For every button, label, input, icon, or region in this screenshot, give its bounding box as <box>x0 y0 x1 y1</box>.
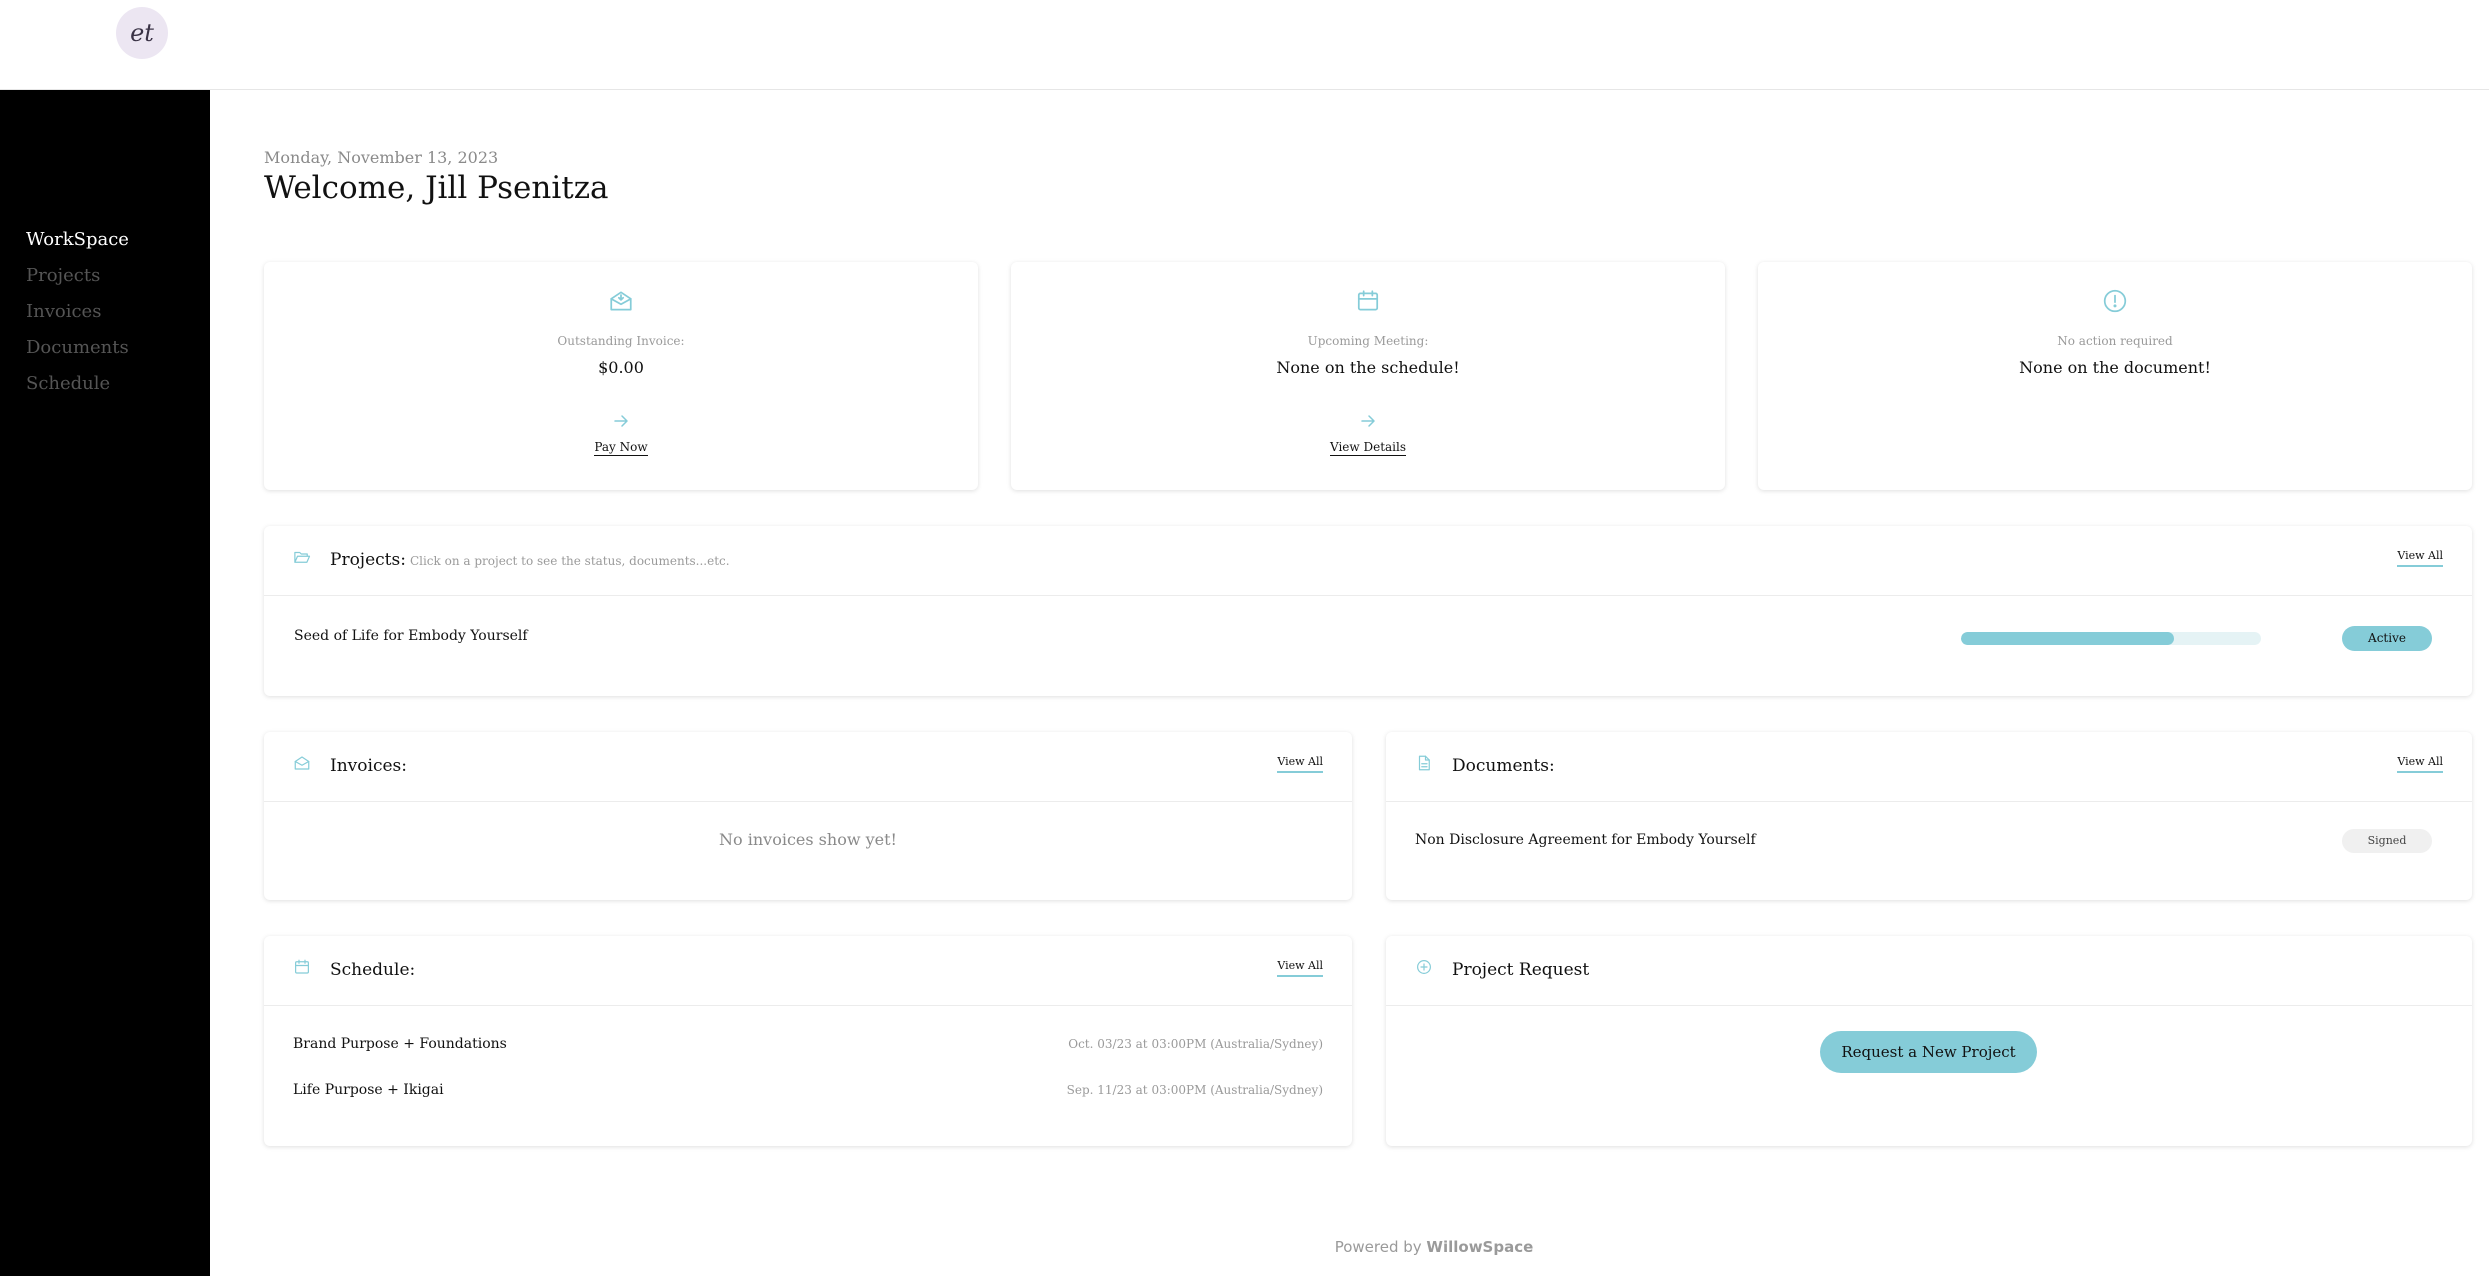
folder-open-icon <box>294 551 311 563</box>
schedule-item-title: Life Purpose + Ikigai <box>293 1082 444 1098</box>
sidebar-item-schedule[interactable]: Schedule <box>26 366 129 402</box>
invoices-panel: Invoices: View All No invoices show yet! <box>264 732 1352 900</box>
outstanding-invoice-label: Outstanding Invoice: <box>557 334 685 348</box>
pay-now-link[interactable]: Pay Now <box>594 440 648 456</box>
sidebar: WorkSpace Projects Invoices Documents Sc… <box>0 90 210 1276</box>
request-new-project-button[interactable]: Request a New Project <box>1820 1031 2037 1073</box>
arrow-right-icon[interactable] <box>1359 414 1377 428</box>
upcoming-meeting-card: Upcoming Meeting: None on the schedule! … <box>1011 262 1725 490</box>
calendar-icon <box>1357 290 1379 311</box>
sidebar-item-workspace[interactable]: WorkSpace <box>26 222 129 258</box>
projects-header: Projects: Click on a project to see the s… <box>264 526 2472 596</box>
schedule-item-datetime: Oct. 03/23 at 03:00PM (Australia/Sydney) <box>1068 1037 1323 1051</box>
project-progress-fill <box>1961 632 2174 645</box>
documents-view-all-link[interactable]: View All <box>2397 755 2443 773</box>
sidebar-nav: WorkSpace Projects Invoices Documents Sc… <box>26 222 129 402</box>
plus-circle-icon <box>1417 960 1431 974</box>
sidebar-item-documents[interactable]: Documents <box>26 330 129 366</box>
upcoming-meeting-label: Upcoming Meeting: <box>1307 334 1429 348</box>
top-bar: et <box>0 0 2489 90</box>
mail-inbox-icon <box>294 756 310 770</box>
page-title: Welcome, Jill Psenitza <box>264 170 609 206</box>
document-icon <box>1418 755 1430 771</box>
document-name[interactable]: Non Disclosure Agreement for Embody Your… <box>1415 832 1756 848</box>
project-progress-bar <box>1961 632 2261 645</box>
document-status-badge: Signed <box>2342 829 2432 853</box>
invoices-header: Invoices: View All <box>264 732 1352 802</box>
footer-brand[interactable]: WillowSpace <box>1426 1238 1533 1256</box>
project-status-badge: Active <box>2342 626 2432 651</box>
schedule-panel: Schedule: View All Brand Purpose + Found… <box>264 936 1352 1146</box>
arrow-right-icon[interactable] <box>612 414 630 428</box>
schedule-item-datetime: Sep. 11/23 at 03:00PM (Australia/Sydney) <box>1066 1083 1323 1097</box>
schedule-row[interactable]: Brand Purpose + Foundations Oct. 03/23 a… <box>293 1036 1323 1056</box>
footer-prefix: Powered by <box>1334 1238 1422 1256</box>
documents-title: Documents: <box>1452 756 1555 776</box>
view-details-link[interactable]: View Details <box>1329 440 1406 456</box>
schedule-header: Schedule: View All <box>264 936 1352 1006</box>
project-request-title: Project Request <box>1452 960 1590 980</box>
action-required-label: No action required <box>2057 334 2173 348</box>
calendar-icon <box>295 959 309 974</box>
invoices-view-all-link[interactable]: View All <box>1277 755 1323 773</box>
invoices-title: Invoices: <box>330 756 407 776</box>
mail-inbox-icon <box>610 291 632 311</box>
brand-logo[interactable]: et <box>116 7 168 59</box>
footer: Powered by WillowSpace <box>1277 1238 1591 1256</box>
projects-title: Projects: <box>330 550 406 570</box>
alert-circle-icon <box>2103 289 2127 313</box>
invoices-empty-message: No invoices show yet! <box>719 830 897 849</box>
outstanding-invoice-value: $0.00 <box>598 358 644 377</box>
action-required-value: None on the document! <box>2019 358 2211 377</box>
schedule-title: Schedule: <box>330 960 416 980</box>
current-date: Monday, November 13, 2023 <box>264 148 499 167</box>
project-name[interactable]: Seed of Life for Embody Yourself <box>294 628 528 644</box>
schedule-row[interactable]: Life Purpose + Ikigai Sep. 11/23 at 03:0… <box>293 1082 1323 1102</box>
upcoming-meeting-value: None on the schedule! <box>1276 358 1460 377</box>
project-request-header: Project Request <box>1386 936 2472 1006</box>
sidebar-item-invoices[interactable]: Invoices <box>26 294 129 330</box>
brand-logo-icon: et <box>130 19 154 47</box>
projects-panel: Projects: Click on a project to see the s… <box>264 526 2472 696</box>
schedule-item-title: Brand Purpose + Foundations <box>293 1036 507 1052</box>
documents-header: Documents: View All <box>1386 732 2472 802</box>
project-request-panel: Project Request Request a New Project <box>1386 936 2472 1146</box>
outstanding-invoice-card: Outstanding Invoice: $0.00 Pay Now <box>264 262 978 490</box>
documents-panel: Documents: View All Non Disclosure Agree… <box>1386 732 2472 900</box>
projects-subtitle: Click on a project to see the status, do… <box>409 554 730 568</box>
schedule-view-all-link[interactable]: View All <box>1277 959 1323 977</box>
projects-view-all-link[interactable]: View All <box>2397 549 2443 567</box>
sidebar-item-projects[interactable]: Projects <box>26 258 129 294</box>
action-required-card: No action required None on the document! <box>1758 262 2472 490</box>
svg-text:et: et <box>130 19 154 47</box>
